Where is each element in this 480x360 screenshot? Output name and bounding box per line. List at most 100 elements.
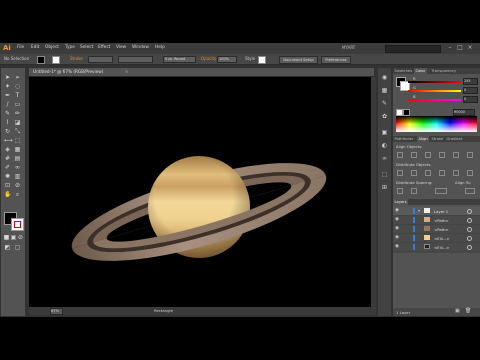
distribute-hcenter-icon[interactable]	[453, 170, 459, 176]
visibility-eye-icon[interactable]: ◉	[395, 235, 399, 240]
fill-swatch[interactable]	[37, 56, 45, 64]
type-tool-icon[interactable]: T	[14, 92, 21, 99]
artboards-icon[interactable]: ⊞	[380, 183, 389, 192]
menu-help[interactable]: Help	[155, 45, 165, 50]
free-transform-icon[interactable]: ⬚	[14, 137, 21, 144]
channel-b-slider[interactable]	[408, 99, 461, 101]
stroke-swatch[interactable]	[52, 56, 60, 64]
pencil-tool-icon[interactable]: ✏	[14, 110, 21, 117]
document-tab[interactable]: Untitled-1* @ 67% (RGB/Preview) ×	[29, 68, 374, 77]
stroke-weight-dropdown[interactable]	[88, 56, 113, 63]
distribute-bottom-icon[interactable]	[425, 170, 431, 176]
tab-color[interactable]: Color	[414, 68, 427, 74]
line-tool-icon[interactable]: /	[4, 101, 11, 108]
mesh-tool-icon[interactable]: #	[4, 155, 11, 162]
direct-selection-tool-icon[interactable]: ➢	[14, 74, 21, 81]
tab-gradient[interactable]: Gradient	[445, 136, 464, 142]
variable-width-dropdown[interactable]	[118, 56, 153, 63]
target-icon[interactable]	[467, 236, 472, 241]
visibility-eye-icon[interactable]: ◉	[395, 217, 399, 222]
width-tool-icon[interactable]: ⟷	[4, 137, 13, 144]
maximize-icon[interactable]: □	[456, 44, 464, 52]
zoom-tool-icon[interactable]: ⌕	[14, 191, 21, 198]
magic-wand-icon[interactable]: ✦	[4, 83, 11, 90]
layer-name[interactable]: <Path>	[434, 227, 449, 232]
document-setup-button[interactable]: Document Setup	[279, 55, 318, 64]
visibility-eye-icon[interactable]: ◉	[395, 226, 399, 231]
zoom-field[interactable]: 67%	[50, 308, 63, 315]
perspective-grid-icon[interactable]: ▦	[14, 146, 21, 153]
stroke-color-box[interactable]	[11, 218, 24, 231]
appearance-icon[interactable]: ◐	[380, 141, 389, 150]
channel-r-slider[interactable]	[408, 81, 461, 83]
menu-file[interactable]: File	[17, 45, 24, 50]
preferences-button[interactable]: Preferences	[321, 55, 351, 64]
layer-row[interactable]: ◉ <Path>	[393, 216, 480, 225]
layer-row[interactable]: ◉ <Path>	[393, 225, 480, 234]
tab-layers[interactable]: Layers	[393, 199, 409, 205]
hand-tool-icon[interactable]: ✋	[4, 191, 11, 198]
distribute-left-icon[interactable]	[439, 170, 445, 176]
scale-tool-icon[interactable]: ⤡	[14, 128, 21, 135]
eraser-tool-icon[interactable]: ◪	[14, 119, 21, 126]
draw-mode-icon[interactable]: ◩	[4, 244, 11, 251]
black-swatch[interactable]	[403, 109, 410, 116]
layer-name[interactable]: <Elli...>	[434, 245, 450, 250]
distribute-hspace-icon[interactable]	[411, 188, 417, 194]
blend-tool-icon[interactable]: ∞	[14, 164, 21, 171]
stroke-label[interactable]: Stroke	[70, 56, 83, 61]
tab-transparency[interactable]: Transparency	[430, 68, 458, 74]
align-top-icon[interactable]	[439, 152, 445, 158]
artboard-tool-icon[interactable]: ⊡	[4, 182, 11, 189]
channel-b-value[interactable]: 0	[463, 96, 478, 103]
rectangle-tool-icon[interactable]: ▭	[14, 101, 21, 108]
search-input[interactable]	[385, 45, 441, 53]
align-to-dropdown[interactable]	[465, 188, 475, 194]
shape-builder-icon[interactable]: ◈	[4, 146, 11, 153]
layer-name[interactable]: <Path>	[434, 218, 449, 223]
layer-name[interactable]: Layer 1	[434, 209, 448, 214]
distribute-right-icon[interactable]	[467, 170, 473, 176]
links-icon[interactable]: ∞	[380, 154, 389, 163]
align-right-icon[interactable]	[425, 152, 431, 158]
pen-tool-icon[interactable]: ✒	[4, 92, 11, 99]
align-vcenter-icon[interactable]	[453, 152, 459, 158]
hex-field[interactable]: ff0000	[453, 109, 475, 116]
opacity-label[interactable]: Opacity	[201, 56, 216, 61]
vertical-scrollbar[interactable]	[371, 77, 376, 307]
tab-pathfinder[interactable]: Pathfinder	[393, 136, 415, 142]
align-bottom-icon[interactable]	[467, 152, 473, 158]
artboard-canvas[interactable]	[29, 77, 371, 307]
layer-row[interactable]: ◉ <Elli...>	[393, 243, 480, 252]
delete-layer-icon[interactable]: 🗑	[465, 308, 471, 314]
layer-row[interactable]: ◉ <Elli...>	[393, 234, 480, 243]
symbols-icon[interactable]: ✿	[380, 112, 389, 121]
tab-stroke[interactable]: Stroke	[430, 136, 445, 142]
close-window-icon[interactable]: ×	[466, 44, 474, 52]
visibility-eye-icon[interactable]: ◉	[395, 208, 399, 213]
visibility-eye-icon[interactable]: ◉	[395, 244, 399, 249]
layer-row[interactable]: ◉ ▾ Layer 1	[393, 207, 480, 216]
target-icon[interactable]	[467, 209, 472, 214]
lasso-tool-icon[interactable]: ◌	[14, 83, 21, 90]
blob-brush-icon[interactable]: ⌇	[4, 119, 11, 126]
workspace-switcher[interactable]: MYART	[342, 45, 355, 50]
spacing-field[interactable]	[435, 188, 447, 194]
minimize-icon[interactable]: –	[446, 44, 454, 52]
paintbrush-tool-icon[interactable]: ✎	[4, 110, 11, 117]
menu-view[interactable]: View	[116, 45, 126, 50]
rotate-tool-icon[interactable]: ↻	[4, 128, 11, 135]
target-icon[interactable]	[467, 218, 472, 223]
tab-align[interactable]: Align	[417, 136, 430, 142]
none-mode-icon[interactable]: ⊘	[17, 234, 24, 241]
color-mode-icon[interactable]: ■	[3, 234, 10, 241]
layer-name[interactable]: <Elli...>	[434, 236, 450, 241]
transform-icon[interactable]: ⬚	[380, 170, 389, 179]
expand-arrow-icon[interactable]: ▾	[418, 208, 420, 213]
menu-select[interactable]: Select	[80, 45, 93, 50]
color-spectrum[interactable]	[396, 116, 477, 132]
menu-object[interactable]: Object	[45, 45, 59, 50]
target-icon[interactable]	[467, 245, 472, 250]
opacity-field[interactable]: 100%	[217, 56, 237, 63]
eyedropper-icon[interactable]: ✐	[4, 164, 11, 171]
